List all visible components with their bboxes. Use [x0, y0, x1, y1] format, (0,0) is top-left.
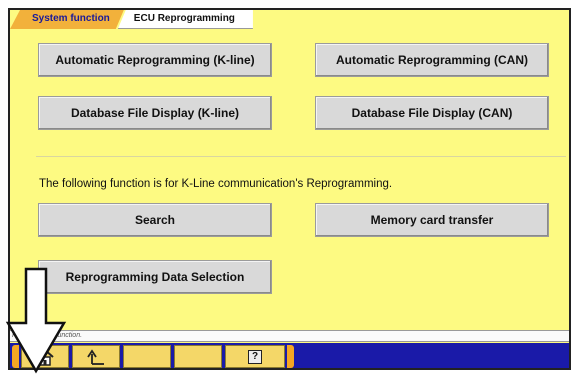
section-divider — [36, 156, 566, 157]
database-file-display-can-button[interactable]: Database File Display (CAN) — [315, 96, 549, 130]
taskbar-right-cap — [287, 345, 294, 368]
help-icon: ? — [248, 349, 262, 364]
search-button[interactable]: Search — [38, 203, 272, 237]
back-up-icon — [87, 348, 104, 365]
auto-reprogramming-kline-button[interactable]: Automatic Reprogramming (K-line) — [38, 43, 272, 77]
memory-card-transfer-button[interactable]: Memory card transfer — [315, 203, 549, 237]
kline-note: The following function is for K-Line com… — [39, 178, 393, 190]
auto-reprogramming-can-button[interactable]: Automatic Reprogramming (CAN) — [315, 43, 549, 77]
database-file-display-kline-button[interactable]: Database File Display (K-line) — [38, 96, 272, 130]
status-bar: Please select function. — [10, 330, 569, 342]
blank-taskbar-button-2[interactable] — [174, 345, 222, 368]
reprogramming-data-selection-button[interactable]: Reprogramming Data Selection — [38, 260, 272, 294]
pointer-arrow-icon — [5, 267, 67, 374]
breadcrumb: System function ECU Reprogramming — [10, 10, 253, 29]
help-button[interactable]: ? — [225, 345, 285, 368]
taskbar: ? — [10, 343, 569, 368]
blank-taskbar-button-1[interactable] — [123, 345, 171, 368]
back-button[interactable] — [72, 345, 120, 368]
breadcrumb-ecu-reprogramming: ECU Reprogramming — [117, 10, 253, 29]
ecu-reprogramming-panel: System function ECU Reprogramming Automa… — [8, 8, 571, 370]
breadcrumb-system-function[interactable]: System function — [10, 10, 124, 29]
